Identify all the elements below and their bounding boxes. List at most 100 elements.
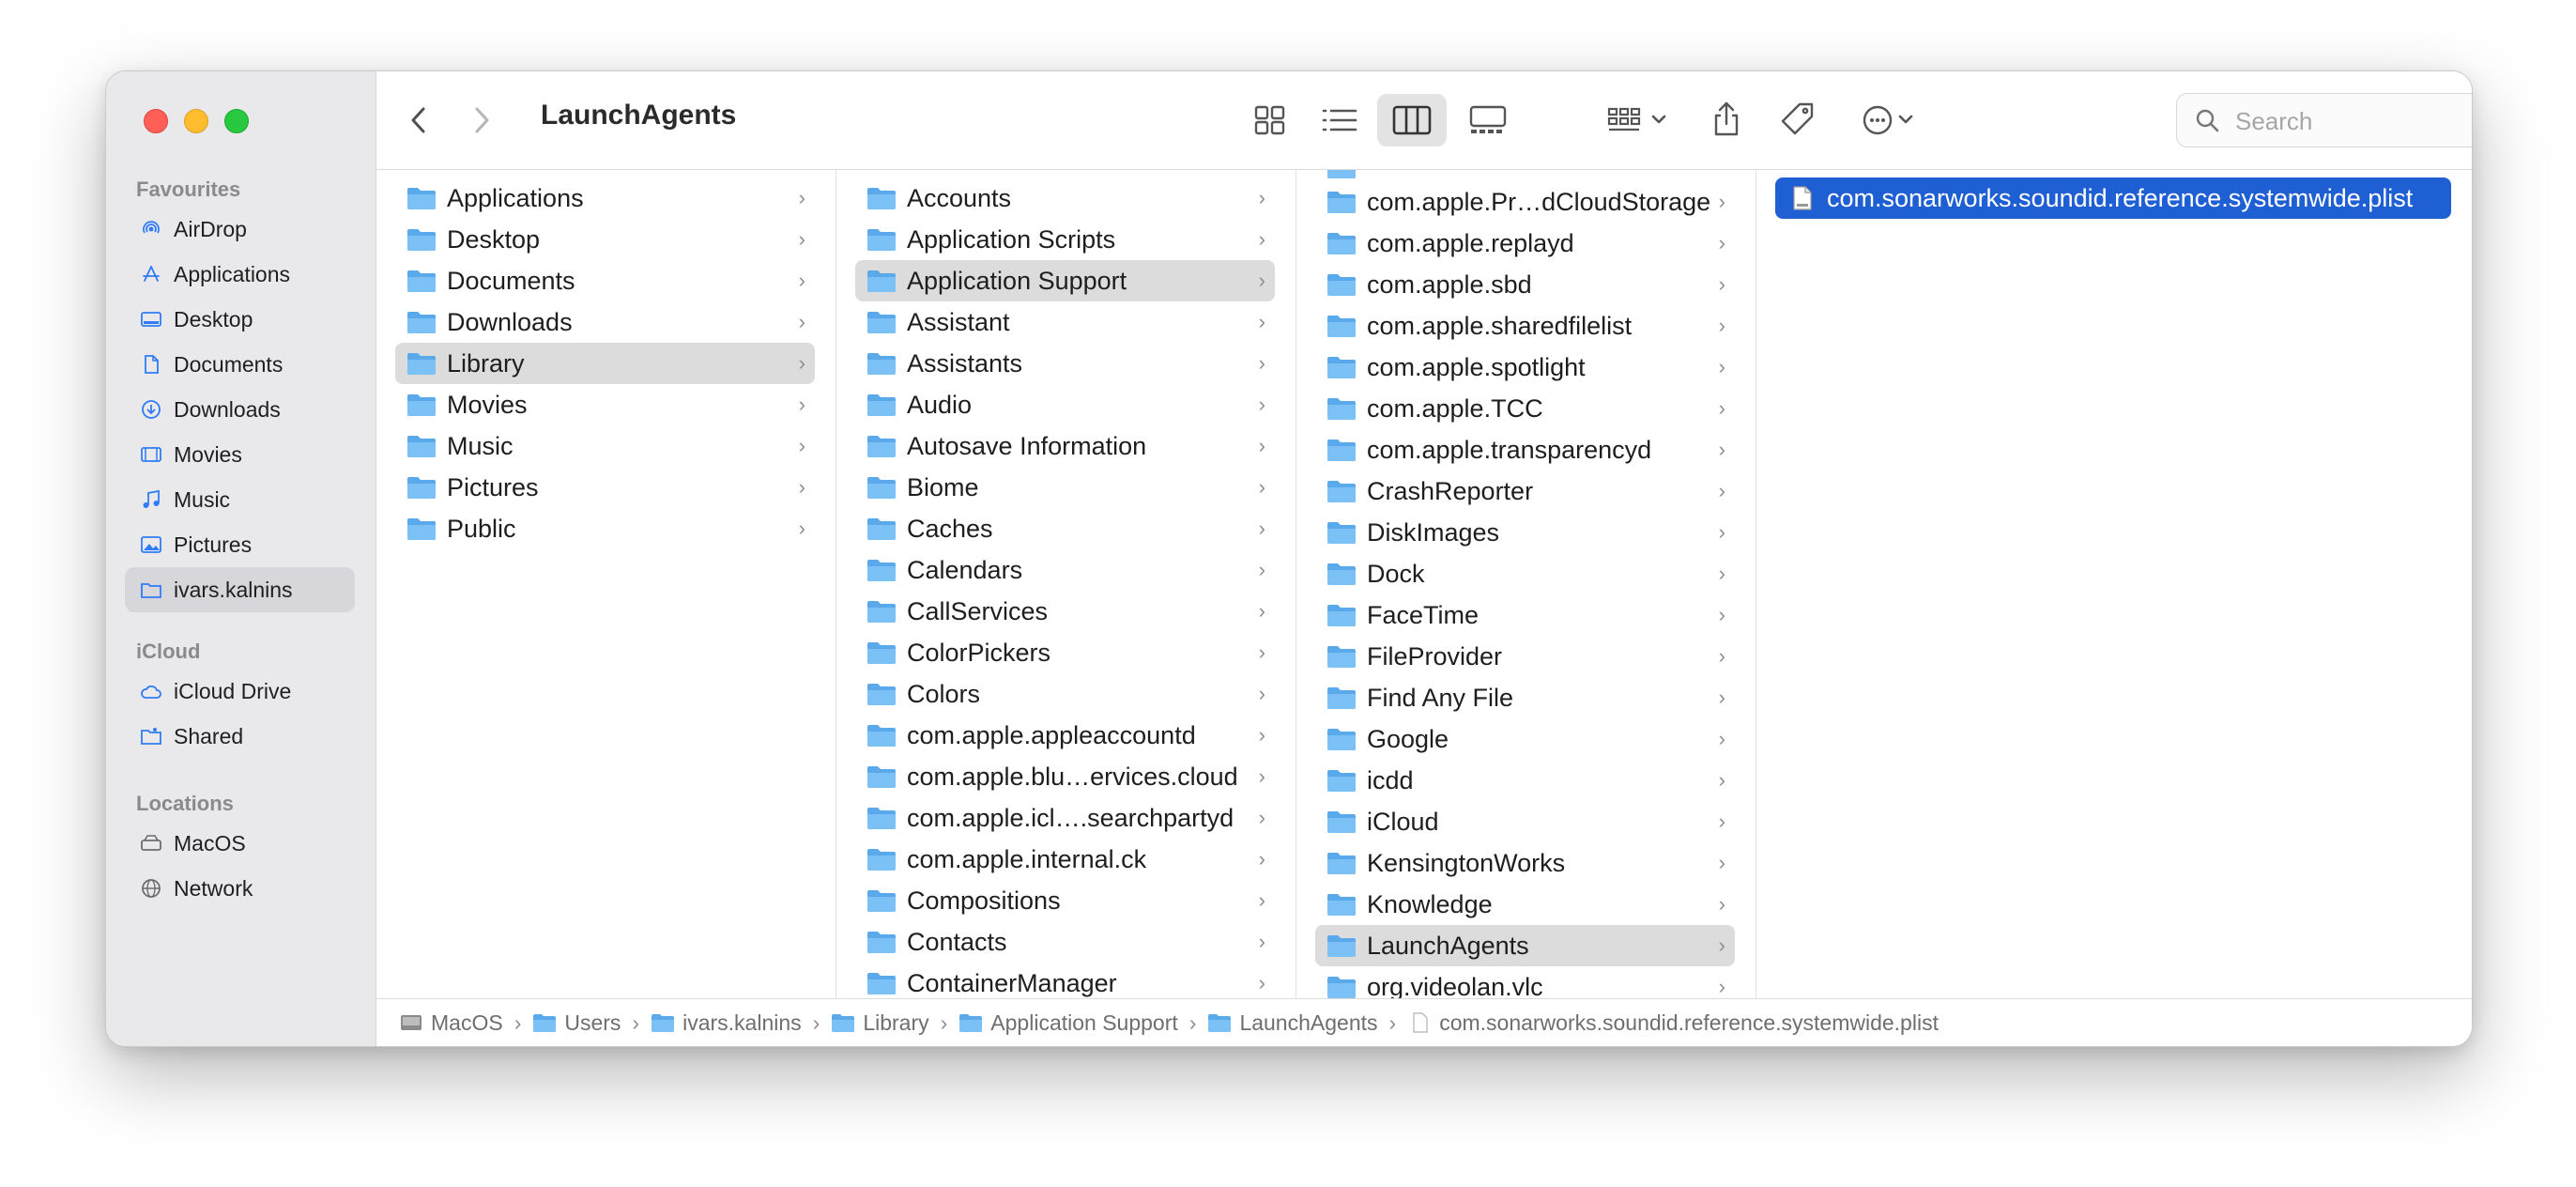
list-view-button[interactable]: [1318, 100, 1361, 141]
folder-item-knowledge[interactable]: Knowledge ›: [1315, 884, 1735, 925]
folder-item-desktop[interactable]: Desktop ›: [395, 219, 815, 260]
globe-icon: [140, 878, 162, 899]
folder-item-facetime[interactable]: FaceTime ›: [1315, 594, 1735, 636]
folder-item-assistant[interactable]: Assistant ›: [855, 301, 1275, 343]
folder-item-google[interactable]: Google ›: [1315, 718, 1735, 760]
column-2: Accounts › Application Scripts › Application…: [836, 170, 1296, 998]
sidebar-item-network[interactable]: Network: [125, 866, 355, 911]
folder-item-application-support[interactable]: Application Support ›: [855, 260, 1275, 301]
folder-item-crashreporter[interactable]: CrashReporter ›: [1315, 470, 1735, 512]
breadcrumb-macos[interactable]: MacOS: [399, 1010, 503, 1036]
sidebar-item-airdrop[interactable]: AirDrop: [125, 207, 355, 252]
sidebar-item-desktop[interactable]: Desktop: [125, 297, 355, 342]
sidebar-item-macos[interactable]: MacOS: [125, 821, 355, 866]
file-item-com-sonarworks-soundid-reference-systemwide-plist[interactable]: com.sonarworks.soundid.reference.systemw…: [1775, 177, 2451, 219]
breadcrumb-launchagents[interactable]: LaunchAgents: [1207, 1010, 1378, 1036]
back-button[interactable]: [405, 103, 433, 137]
folder-item-kensingtonworks[interactable]: KensingtonWorks ›: [1315, 842, 1735, 884]
folder-item-com-apple-spotlight[interactable]: com.apple.spotlight ›: [1315, 347, 1735, 388]
breadcrumb-library[interactable]: Library: [831, 1010, 929, 1036]
folder-item-icdd[interactable]: icdd ›: [1315, 760, 1735, 801]
group-by-button[interactable]: [1602, 100, 1677, 141]
column-view-button[interactable]: [1377, 94, 1447, 146]
folder-item-documents[interactable]: Documents ›: [395, 260, 815, 301]
folder-item-com-apple-tcc[interactable]: com.apple.TCC ›: [1315, 388, 1735, 429]
chevron-right-icon: ›: [1718, 520, 1725, 544]
sidebar-item-home[interactable]: ivars.kalnins: [125, 567, 355, 612]
folder-item-application-scripts[interactable]: Application Scripts ›: [855, 219, 1275, 260]
folder-item-launchagents[interactable]: LaunchAgents ›: [1315, 925, 1735, 966]
sidebar-item-pictures[interactable]: Pictures: [125, 522, 355, 567]
folder-item-movies[interactable]: Movies ›: [395, 384, 815, 425]
folder-item-fileprovider[interactable]: FileProvider ›: [1315, 636, 1735, 677]
folder-item-downloads[interactable]: Downloads ›: [395, 301, 815, 343]
folder-item-public[interactable]: Public ›: [395, 508, 815, 549]
folder-item-pictures[interactable]: Pictures ›: [395, 467, 815, 508]
icon-view-button[interactable]: [1250, 100, 1291, 141]
folder-item-colorpickers[interactable]: ColorPickers ›: [855, 632, 1275, 673]
folder-icon: [1326, 438, 1357, 462]
folder-item-com-apple-sbd[interactable]: com.apple.sbd ›: [1315, 264, 1735, 305]
folder-item-com-apple-pr-dcloudstorage[interactable]: com.apple.Pr…dCloudStorage ›: [1315, 181, 1735, 223]
folder-item-contacts[interactable]: Contacts ›: [855, 921, 1275, 963]
close-button[interactable]: [144, 109, 168, 133]
sidebar: Favourites AirDrop Applications Desktop …: [106, 71, 376, 1046]
item-label: com.apple.sharedfilelist: [1367, 312, 1633, 340]
sidebar-item-applications[interactable]: Applications: [125, 252, 355, 297]
more-actions-button[interactable]: [1855, 100, 1930, 141]
share-button[interactable]: [1706, 100, 1747, 141]
folder-item-colors[interactable]: Colors ›: [855, 673, 1275, 715]
breadcrumb-users[interactable]: Users: [532, 1010, 621, 1036]
folder-icon: [866, 764, 897, 789]
folder-item-icloud[interactable]: iCloud ›: [1315, 801, 1735, 842]
folder-item-com-apple-internal-ck[interactable]: com.apple.internal.ck ›: [855, 839, 1275, 880]
tag-button[interactable]: [1775, 100, 1820, 141]
folder-item-find-any-file[interactable]: Find Any File ›: [1315, 677, 1735, 718]
folder-icon: [866, 269, 897, 293]
folder-item-com-apple-replayd[interactable]: com.apple.replayd ›: [1315, 223, 1735, 264]
folder-item-caches[interactable]: Caches ›: [855, 508, 1275, 549]
sidebar-item-music[interactable]: Music: [125, 477, 355, 522]
folder-item-music[interactable]: Music ›: [395, 425, 815, 467]
folder-item-audio[interactable]: Audio ›: [855, 384, 1275, 425]
search-field[interactable]: [2176, 93, 2472, 147]
folder-item-library[interactable]: Library ›: [395, 343, 815, 384]
folder-icon: [866, 806, 897, 830]
folder-item-com-apple-transparencyd[interactable]: com.apple.transparencyd ›: [1315, 429, 1735, 470]
folder-item-autosave-information[interactable]: Autosave Information ›: [855, 425, 1275, 467]
folder-item-callservices[interactable]: CallServices ›: [855, 591, 1275, 632]
folder-item-applications[interactable]: Applications ›: [395, 177, 815, 219]
folder-item-com-apple-icl-searchpartyd[interactable]: com.apple.icl….searchpartyd ›: [855, 797, 1275, 839]
chevron-right-icon: ›: [798, 310, 805, 333]
gallery-view-button[interactable]: [1465, 100, 1510, 141]
folder-item-containermanager[interactable]: ContainerManager ›: [855, 963, 1275, 998]
sidebar-item-shared[interactable]: Shared: [125, 714, 355, 759]
folder-item-accounts[interactable]: Accounts ›: [855, 177, 1275, 219]
sidebar-item-icloud-drive[interactable]: iCloud Drive: [125, 669, 355, 714]
folder-item-com-apple-appleaccountd[interactable]: com.apple.appleaccountd ›: [855, 715, 1275, 756]
search-input[interactable]: [2233, 103, 2472, 139]
folder-item-dock[interactable]: Dock ›: [1315, 553, 1735, 594]
folder-icon: [1326, 933, 1357, 958]
folder-item-calendars[interactable]: Calendars ›: [855, 549, 1275, 591]
sidebar-item-downloads[interactable]: Downloads: [125, 387, 355, 432]
chevron-right-icon: ›: [1258, 516, 1265, 540]
folder-item-compositions[interactable]: Compositions ›: [855, 880, 1275, 921]
folder-item-diskimages[interactable]: DiskImages ›: [1315, 512, 1735, 553]
breadcrumb-ivars-kalnins[interactable]: ivars.kalnins: [651, 1010, 802, 1036]
minimize-button[interactable]: [184, 109, 208, 133]
folder-item-biome[interactable]: Biome ›: [855, 467, 1275, 508]
folder-item-org-videolan-vlc[interactable]: org.videolan.vlc ›: [1315, 966, 1735, 998]
sidebar-item-movies[interactable]: Movies: [125, 432, 355, 477]
folder-item-com-apple-sharedfilelist[interactable]: com.apple.sharedfilelist ›: [1315, 305, 1735, 347]
forward-button[interactable]: [468, 103, 496, 137]
locations-title: Locations: [136, 792, 234, 815]
folder-item-com-apple-blu-ervices-cloud[interactable]: com.apple.blu…ervices.cloud ›: [855, 756, 1275, 797]
chevron-right-icon: ›: [798, 269, 805, 292]
breadcrumb-com-sonarworks-soundid-reference-systemwide-plist[interactable]: com.sonarworks.soundid.reference.systemw…: [1407, 1010, 1939, 1036]
breadcrumb-application-support[interactable]: Application Support: [958, 1010, 1178, 1036]
folder-item-assistants[interactable]: Assistants ›: [855, 343, 1275, 384]
item-label: Downloads: [447, 308, 573, 336]
sidebar-item-documents[interactable]: Documents: [125, 342, 355, 387]
zoom-button[interactable]: [224, 109, 249, 133]
